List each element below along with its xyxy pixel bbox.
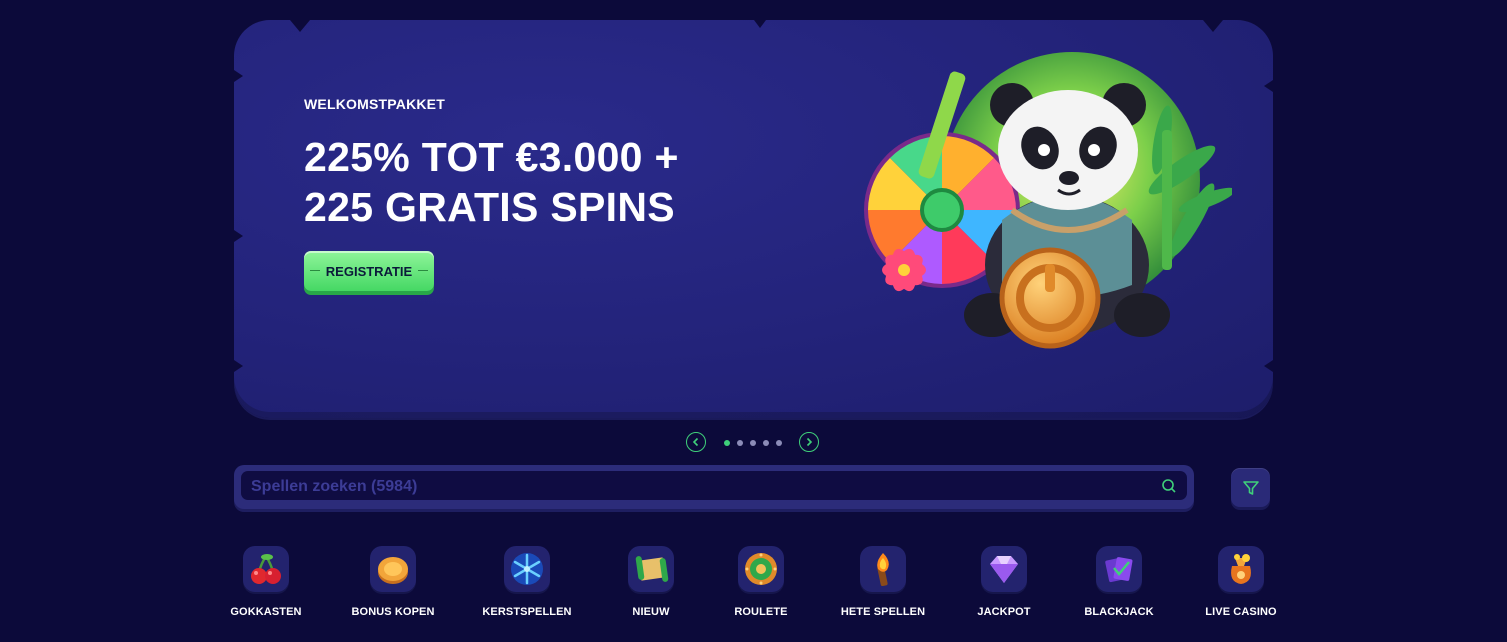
page: WELKOMSTPAKKET 225% TOT €3.000 + 225 GRA… <box>0 0 1507 642</box>
banner-notch <box>1264 360 1273 372</box>
banner-headline: 225% TOT €3.000 + 225 GRATIS SPINS <box>304 132 679 232</box>
category-roulete[interactable]: ROULETE <box>711 546 811 618</box>
category-label: ROULETE <box>734 606 788 618</box>
promo-banner: WELKOMSTPAKKET 225% TOT €3.000 + 225 GRA… <box>234 20 1273 418</box>
cards-icon <box>1096 546 1142 592</box>
category-label: BLACKJACK <box>1084 606 1154 618</box>
snowflake-icon <box>504 546 550 592</box>
category-blackjack[interactable]: BLACKJACK <box>1069 546 1169 618</box>
diamond-icon <box>981 546 1027 592</box>
banner-eyebrow: WELKOMSTPAKKET <box>304 96 445 112</box>
carousel-controls <box>686 432 822 454</box>
panda-illustration <box>864 52 1232 349</box>
banner-notch <box>1203 20 1223 32</box>
carousel-dot[interactable] <box>737 440 743 446</box>
banner-notch <box>234 360 243 372</box>
torch-icon <box>860 546 906 592</box>
banner-notch <box>234 70 243 82</box>
category-gokkasten[interactable]: GOKKASTEN <box>216 546 316 618</box>
chevron-right-icon[interactable] <box>799 432 819 452</box>
roulette-icon <box>738 546 784 592</box>
cherries-icon <box>243 546 289 592</box>
chevron-left-icon[interactable] <box>686 432 706 452</box>
search-icon[interactable] <box>1161 478 1177 494</box>
banner-notch <box>1264 80 1273 92</box>
carousel-dot[interactable] <box>724 440 730 446</box>
category-live-casino[interactable]: LIVE CASINO <box>1191 546 1291 618</box>
banner-notch <box>290 20 310 32</box>
category-label: LIVE CASINO <box>1205 606 1277 618</box>
carousel-dot[interactable] <box>776 440 782 446</box>
category-label: GOKKASTEN <box>230 606 302 618</box>
scroll-icon <box>628 546 674 592</box>
filter-icon <box>1242 480 1259 495</box>
carousel-dot[interactable] <box>763 440 769 446</box>
filter-button[interactable] <box>1231 468 1270 507</box>
search-input[interactable] <box>249 471 1133 503</box>
headline-line-1: 225% TOT €3.000 + <box>304 134 679 180</box>
register-button[interactable]: REGISTRATIE <box>304 251 434 291</box>
category-nieuw[interactable]: NIEUW <box>601 546 701 618</box>
category-bonus-kopen[interactable]: BONUS KOPEN <box>343 546 443 618</box>
category-label: HETE SPELLEN <box>840 606 926 618</box>
category-label: KERSTSPELLEN <box>482 606 572 618</box>
category-kerstspellen[interactable]: KERSTSPELLEN <box>477 546 577 618</box>
banner-notch <box>234 230 243 242</box>
category-label: NIEUW <box>632 606 670 618</box>
headline-line-2: 225 GRATIS SPINS <box>304 184 675 230</box>
category-label: JACKPOT <box>977 606 1031 618</box>
search-bar <box>234 465 1194 509</box>
search-field <box>241 471 1187 503</box>
coin-icon <box>370 546 416 592</box>
category-hete-spellen[interactable]: HETE SPELLEN <box>833 546 933 618</box>
money-bag-icon <box>1218 546 1264 592</box>
category-label: BONUS KOPEN <box>351 606 435 618</box>
category-jackpot[interactable]: JACKPOT <box>954 546 1054 618</box>
banner-notch <box>754 20 766 28</box>
carousel-dot[interactable] <box>750 440 756 446</box>
